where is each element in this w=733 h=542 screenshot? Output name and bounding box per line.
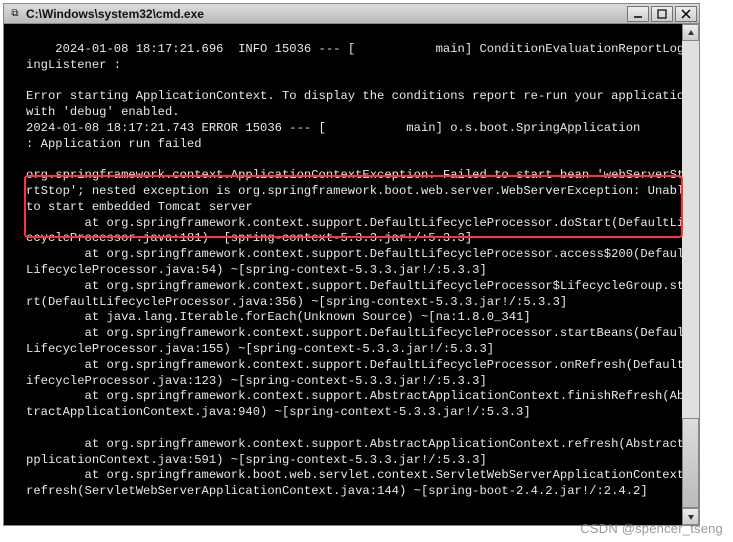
cmd-icon: ⧉: [8, 8, 22, 20]
console-text: 2024-01-08 18:17:21.696 INFO 15036 --- […: [26, 42, 699, 498]
titlebar[interactable]: ⧉ C:\Windows\system32\cmd.exe: [4, 4, 699, 24]
scrollbar[interactable]: [682, 24, 699, 525]
window-title: C:\Windows\system32\cmd.exe: [26, 7, 627, 21]
minimize-button[interactable]: [627, 6, 649, 22]
scroll-up-button[interactable]: [682, 24, 699, 41]
maximize-button[interactable]: [651, 6, 673, 22]
scroll-track[interactable]: [682, 41, 699, 508]
cmd-window: ⧉ C:\Windows\system32\cmd.exe 2024-01-08…: [3, 3, 700, 526]
scroll-down-button[interactable]: [682, 508, 699, 525]
window-buttons: [627, 6, 699, 22]
close-button[interactable]: [675, 6, 697, 22]
console-output[interactable]: 2024-01-08 18:17:21.696 INFO 15036 --- […: [4, 24, 699, 525]
scroll-thumb[interactable]: [682, 418, 699, 508]
